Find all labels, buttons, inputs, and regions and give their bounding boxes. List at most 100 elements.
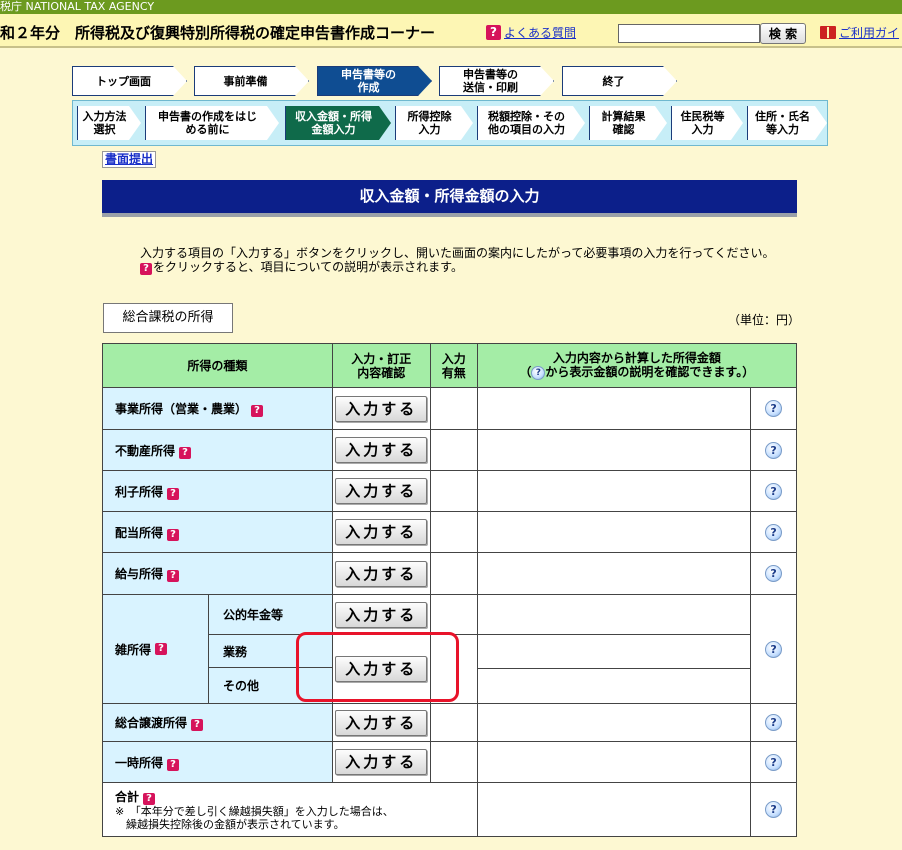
misc-income-layout: 雑所得? 公的年金等 業務 その他 — [103, 595, 332, 703]
action-cell: 入力する — [331, 634, 431, 704]
total-name: 合計 — [115, 790, 140, 804]
step-navigation: トップ画面 事前準備 申告書等の 作成 申告書等の 送信・印刷 終了 入力方法 … — [72, 66, 828, 146]
enter-button-salary[interactable]: 入力する — [335, 560, 428, 587]
action-cell: 入力する — [331, 511, 431, 553]
paper-submission-link[interactable]: 書面提出 — [102, 151, 157, 168]
action-cell: 入力する — [331, 387, 431, 430]
help-cell: ? — [750, 782, 797, 837]
income-type-label: 総合譲渡所得 — [115, 716, 188, 730]
help-circle-icon[interactable]: ? — [765, 753, 783, 771]
action-cell: 入力する — [331, 470, 431, 512]
entered-cell — [429, 429, 478, 471]
enter-button-temporary[interactable]: 入力する — [335, 749, 428, 775]
income-type-cell: 事業所得（営業・農業）? — [102, 387, 333, 430]
search-input[interactable] — [618, 24, 760, 43]
help-circle-icon[interactable]: ? — [765, 714, 783, 731]
table-row: 配当所得? 入力する ? — [102, 511, 797, 553]
section-title-underline — [102, 213, 797, 217]
amount-cell — [476, 741, 752, 783]
income-table: 所得の種類 入力・訂正 内容確認 入力 有無 入力内容から計算した所得金額 （?… — [102, 343, 798, 837]
amount-cell — [476, 634, 752, 669]
help-cell: ? — [750, 703, 797, 742]
action-cell: 入力する — [331, 552, 431, 595]
table-row: 不動産所得? 入力する ? — [102, 429, 797, 471]
income-type-label: 利子所得 — [115, 484, 164, 499]
enter-button-interest[interactable]: 入力する — [335, 478, 428, 504]
total-label-cell: 合計? ※ 「本年分で差し引く繰越損失額」を入力した場合は、 繰越損失控除後の金… — [102, 782, 478, 837]
header-amount-line2: （? から表示金額の説明を確認できます。） — [478, 365, 796, 380]
faq-link[interactable]: よくある質問 — [504, 24, 576, 41]
page-header-title: 和２年分 所得税及び復興特別所得税の確定申告書作成コーナー — [0, 24, 436, 42]
substep-income-entry: 収入金額・所得 金額入力 — [285, 106, 391, 140]
book-icon — [820, 26, 836, 39]
substep-resident-tax: 住民税等 入力 — [671, 106, 743, 140]
enter-button-pension[interactable]: 入力する — [335, 601, 428, 628]
table-row: 利子所得? 入力する ? — [102, 470, 797, 512]
guide-link[interactable]: ご利用ガイ — [839, 24, 899, 41]
agency-strip: 税庁 NATIONAL TAX AGENCY — [0, 0, 902, 14]
action-cell: 入力する — [331, 741, 431, 783]
income-type-label: 事業所得（営業・農業） — [115, 402, 248, 416]
help-question-icon[interactable]: ? — [167, 570, 180, 582]
substep-label: 住所・氏名 等入力 — [755, 110, 810, 136]
entered-cell — [429, 634, 478, 704]
help-question-icon[interactable]: ? — [167, 758, 180, 771]
action-cell: 入力する — [331, 429, 431, 471]
help-question-icon[interactable]: ? — [155, 643, 168, 655]
faq-link-group[interactable]: ? よくある質問 — [486, 24, 576, 41]
help-circle-icon[interactable]: ? — [765, 801, 783, 818]
enter-button-dividend[interactable]: 入力する — [335, 519, 428, 545]
help-circle-icon[interactable]: ? — [765, 441, 783, 459]
guide-link-group[interactable]: ご利用ガイ — [820, 24, 899, 41]
amount-cell — [476, 552, 752, 595]
help-cell: ? — [750, 552, 797, 595]
step-label: 事前準備 — [223, 74, 268, 88]
substep-label: 計算結果 確認 — [601, 110, 646, 136]
help-question-icon[interactable]: ? — [191, 719, 204, 731]
step-finish: 終了 — [562, 66, 677, 96]
income-type-label: 給与所得 — [115, 567, 164, 581]
enter-button-misc-business-other[interactable]: 入力する — [335, 656, 428, 682]
help-circle-icon[interactable]: ? — [765, 400, 783, 417]
help-question-icon[interactable]: ? — [251, 405, 264, 417]
help-cell: ? — [750, 511, 797, 553]
substep-tax-credits: 税額控除・その 他の項目の入力 — [477, 106, 585, 140]
help-circle-icon[interactable]: ? — [765, 482, 783, 500]
help-circle-icon[interactable]: ? — [765, 523, 783, 541]
help-question-icon[interactable]: ? — [143, 793, 156, 805]
income-type-label: 不動産所得 — [115, 443, 176, 458]
misc-income-cell: 雑所得? 公的年金等 業務 その他 — [102, 594, 333, 704]
enter-button-business[interactable]: 入力する — [335, 395, 428, 422]
enter-button-real-estate[interactable]: 入力する — [335, 437, 428, 463]
table-row: 総合譲渡所得? 入力する ? — [102, 703, 797, 742]
substep-before-start: 申告書の作成をはじ める前に — [145, 106, 279, 140]
category-label: 総合課税の所得 — [103, 303, 233, 333]
enter-button-capital-gains[interactable]: 入力する — [335, 709, 428, 736]
amount-cell — [476, 470, 752, 512]
agency-name: 税庁 NATIONAL TAX AGENCY — [0, 0, 155, 13]
table-row: 給与所得? 入力する ? — [102, 552, 797, 595]
help-circle-icon[interactable]: ? — [765, 640, 783, 658]
header-action: 入力・訂正 内容確認 — [331, 343, 431, 388]
header-bar: 和２年分 所得税及び復興特別所得税の確定申告書作成コーナー ? よくある質問 検… — [0, 14, 902, 48]
substep-label: 申告書の作成をはじ める前に — [158, 110, 257, 136]
misc-subtype-other: その他 — [223, 679, 260, 693]
amount-cell — [476, 594, 752, 635]
amount-cell — [476, 387, 752, 430]
total-label: 合計? — [115, 788, 477, 805]
instruction-line-2: ? をクリックすると、項目についての説明が表示されます。 — [140, 260, 774, 275]
substep-deductions: 所得控除 入力 — [395, 106, 473, 140]
table-row: 雑所得? 公的年金等 業務 その他 入力する ? — [102, 594, 797, 704]
search-button[interactable]: 検 索 — [760, 23, 806, 44]
step-label: 終了 — [602, 74, 625, 88]
help-question-icon[interactable]: ? — [167, 528, 180, 541]
help-circle-icon: ? — [531, 365, 546, 380]
entered-cell — [429, 552, 478, 595]
substep-label: 収入金額・所得 金額入力 — [295, 110, 372, 136]
help-cell: ? — [750, 387, 797, 430]
help-question-icon[interactable]: ? — [179, 446, 192, 459]
help-question-icon[interactable]: ? — [167, 487, 180, 500]
help-circle-icon[interactable]: ? — [765, 565, 783, 582]
amount-cell — [476, 668, 752, 704]
substep-address-name: 住所・氏名 等入力 — [747, 106, 827, 140]
